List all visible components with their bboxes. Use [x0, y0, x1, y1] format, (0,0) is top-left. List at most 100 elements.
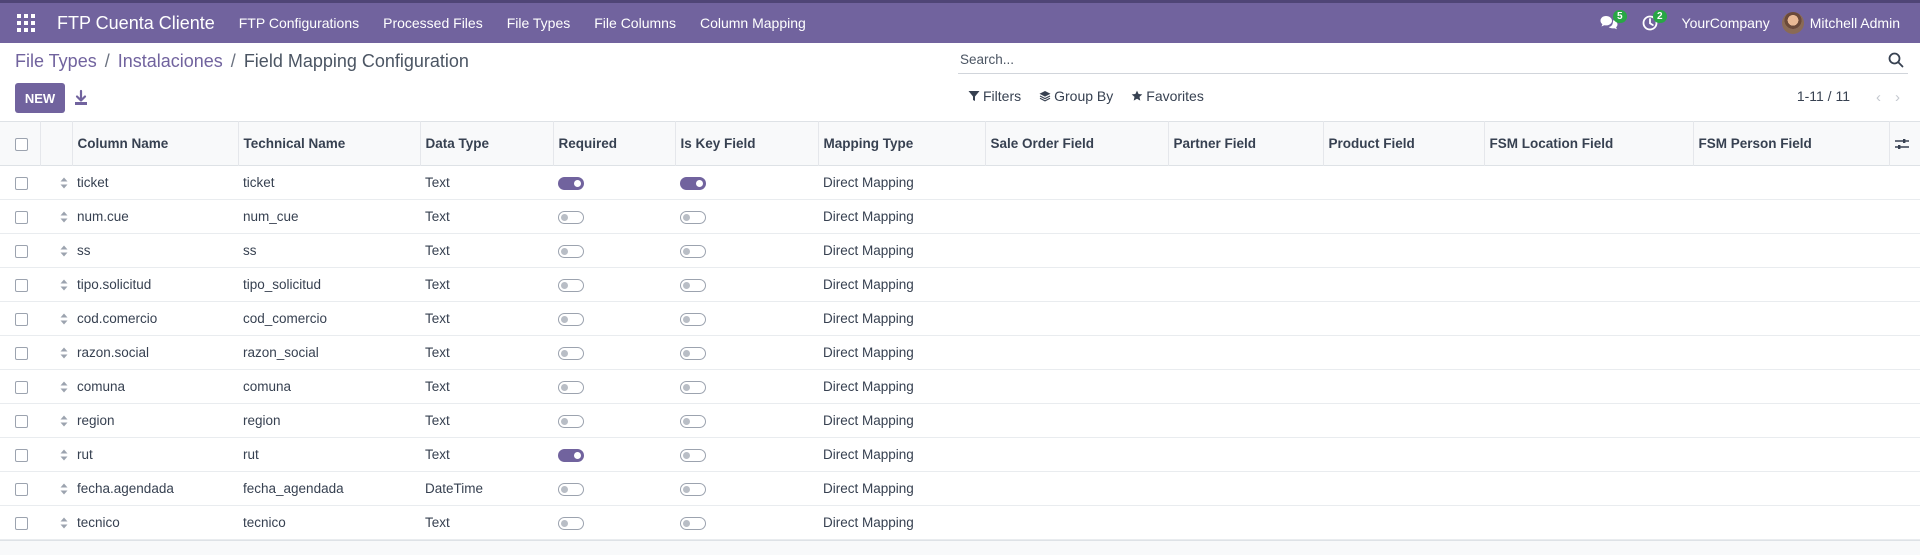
drag-handle-icon[interactable]	[60, 279, 68, 291]
table-row[interactable]: fecha.agendada fecha_agendada DateTime Dire…	[0, 472, 1920, 506]
cell-technical-name[interactable]: fecha_agendada	[238, 472, 420, 506]
cell-column-name[interactable]: tecnico	[72, 506, 238, 540]
cell-technical-name[interactable]: razon_social	[238, 336, 420, 370]
is-key-field-toggle[interactable]	[680, 244, 706, 258]
cell-partner-field[interactable]	[1168, 438, 1323, 472]
cell-data-type[interactable]: Text	[420, 370, 553, 404]
is-key-field-toggle[interactable]	[680, 312, 706, 326]
col-header-fsm-location-field[interactable]: FSM Location Field	[1484, 121, 1694, 166]
row-checkbox[interactable]	[15, 516, 28, 530]
cell-product-field[interactable]	[1323, 268, 1484, 302]
cell-fsm-location-field[interactable]	[1484, 234, 1693, 268]
chevron-right-icon[interactable]: ›	[1895, 89, 1900, 106]
required-toggle[interactable]	[558, 414, 584, 428]
drag-handle-icon[interactable]	[60, 449, 68, 461]
cell-mapping-type[interactable]: Direct Mapping	[818, 200, 985, 234]
cell-fsm-person-field[interactable]	[1693, 506, 1889, 540]
cell-mapping-type[interactable]: Direct Mapping	[818, 370, 985, 404]
cell-mapping-type[interactable]: Direct Mapping	[818, 302, 985, 336]
drag-handle-icon[interactable]	[60, 517, 68, 529]
cell-column-name[interactable]: ticket	[72, 166, 238, 200]
col-header-product-field[interactable]: Product Field	[1323, 121, 1485, 166]
cell-sale-order-field[interactable]	[985, 438, 1168, 472]
cell-sale-order-field[interactable]	[985, 336, 1168, 370]
required-toggle[interactable]	[558, 482, 584, 496]
cell-column-name[interactable]: cod.comercio	[72, 302, 238, 336]
is-key-field-toggle[interactable]	[680, 278, 706, 292]
cell-fsm-person-field[interactable]	[1693, 404, 1889, 438]
chevron-left-icon[interactable]: ‹	[1876, 89, 1881, 106]
cell-partner-field[interactable]	[1168, 336, 1323, 370]
cell-mapping-type[interactable]: Direct Mapping	[818, 234, 985, 268]
menu-processed-files[interactable]: Processed Files	[371, 15, 495, 31]
is-key-field-toggle[interactable]	[680, 516, 706, 530]
row-checkbox[interactable]	[15, 482, 28, 496]
table-row[interactable]: tecnico tecnico Text Direct Mapping	[0, 506, 1920, 540]
cell-fsm-person-field[interactable]	[1693, 438, 1889, 472]
is-key-field-toggle[interactable]	[680, 448, 706, 462]
col-header-column-name[interactable]: Column Name	[72, 121, 239, 166]
cell-sale-order-field[interactable]	[985, 166, 1168, 200]
cell-mapping-type[interactable]: Direct Mapping	[818, 166, 985, 200]
cell-partner-field[interactable]	[1168, 302, 1323, 336]
drag-handle-icon[interactable]	[60, 381, 68, 393]
cell-partner-field[interactable]	[1168, 234, 1323, 268]
drag-handle-icon[interactable]	[60, 313, 68, 325]
col-header-sale-order-field[interactable]: Sale Order Field	[985, 121, 1169, 166]
cell-fsm-person-field[interactable]	[1693, 472, 1889, 506]
cell-data-type[interactable]: Text	[420, 506, 553, 540]
cell-fsm-location-field[interactable]	[1484, 404, 1693, 438]
new-button[interactable]: NEW	[15, 83, 65, 113]
cell-sale-order-field[interactable]	[985, 200, 1168, 234]
cell-product-field[interactable]	[1323, 370, 1484, 404]
cell-product-field[interactable]	[1323, 302, 1484, 336]
required-toggle[interactable]	[558, 448, 584, 462]
cell-column-name[interactable]: region	[72, 404, 238, 438]
cell-mapping-type[interactable]: Direct Mapping	[818, 336, 985, 370]
cell-product-field[interactable]	[1323, 166, 1484, 200]
cell-data-type[interactable]: Text	[420, 200, 553, 234]
cell-sale-order-field[interactable]	[985, 234, 1168, 268]
cell-sale-order-field[interactable]	[985, 302, 1168, 336]
search-icon[interactable]	[1888, 52, 1904, 68]
is-key-field-toggle[interactable]	[680, 210, 706, 224]
cell-partner-field[interactable]	[1168, 370, 1323, 404]
favorites-button[interactable]: Favorites	[1131, 88, 1204, 104]
row-checkbox[interactable]	[15, 346, 28, 360]
cell-mapping-type[interactable]: Direct Mapping	[818, 472, 985, 506]
cell-column-name[interactable]: comuna	[72, 370, 238, 404]
is-key-field-toggle[interactable]	[680, 346, 706, 360]
table-row[interactable]: ticket ticket Text Direct Mapping	[0, 166, 1920, 200]
sliders-icon[interactable]	[1894, 138, 1909, 150]
col-header-fsm-person-field[interactable]: FSM Person Field	[1693, 121, 1890, 166]
table-row[interactable]: razon.social razon_social Text Direct Mappi…	[0, 336, 1920, 370]
required-toggle[interactable]	[558, 346, 584, 360]
cell-product-field[interactable]	[1323, 506, 1484, 540]
row-checkbox[interactable]	[15, 448, 28, 462]
cell-sale-order-field[interactable]	[985, 370, 1168, 404]
cell-product-field[interactable]	[1323, 472, 1484, 506]
col-header-mapping-type[interactable]: Mapping Type	[818, 121, 986, 166]
is-key-field-toggle[interactable]	[680, 380, 706, 394]
app-title[interactable]: FTP Cuenta Cliente	[57, 13, 215, 34]
required-toggle[interactable]	[558, 312, 584, 326]
cell-fsm-person-field[interactable]	[1693, 268, 1889, 302]
required-toggle[interactable]	[558, 380, 584, 394]
cell-product-field[interactable]	[1323, 200, 1484, 234]
required-toggle[interactable]	[558, 244, 584, 258]
cell-fsm-person-field[interactable]	[1693, 166, 1889, 200]
cell-partner-field[interactable]	[1168, 404, 1323, 438]
col-header-data-type[interactable]: Data Type	[420, 121, 554, 166]
cell-partner-field[interactable]	[1168, 506, 1323, 540]
cell-data-type[interactable]: Text	[420, 166, 553, 200]
drag-handle-icon[interactable]	[60, 483, 68, 495]
row-checkbox[interactable]	[15, 176, 28, 190]
row-checkbox[interactable]	[15, 312, 28, 326]
row-checkbox[interactable]	[15, 414, 28, 428]
cell-fsm-location-field[interactable]	[1484, 438, 1693, 472]
cell-data-type[interactable]: Text	[420, 302, 553, 336]
cell-data-type[interactable]: Text	[420, 268, 553, 302]
search-input[interactable]	[958, 46, 1908, 73]
cell-technical-name[interactable]: rut	[238, 438, 420, 472]
cell-data-type[interactable]: Text	[420, 336, 553, 370]
